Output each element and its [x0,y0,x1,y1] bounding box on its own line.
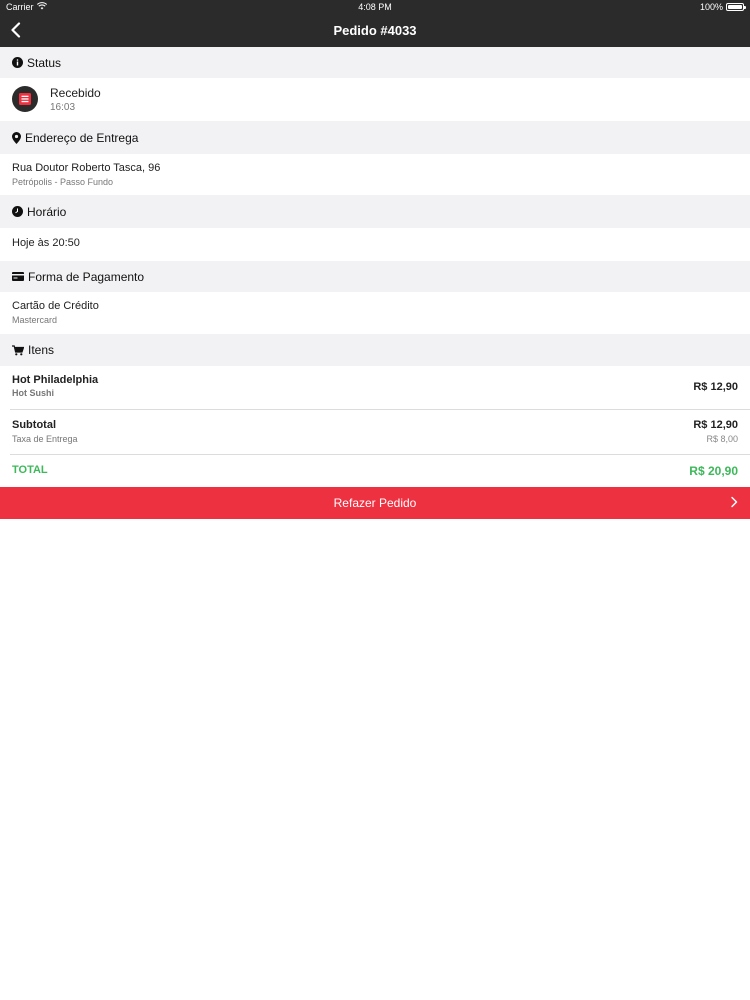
list-item[interactable]: Hot Philadelphia Hot Sushi R$ 12,90 [0,366,750,409]
clock-icon [12,206,23,217]
reorder-button[interactable]: Refazer Pedido [0,487,750,519]
status-bar: Carrier 4:08 PM 100% [0,0,750,14]
section-title: Forma de Pagamento [28,269,145,284]
delivery-fee-value: R$ 8,00 [706,434,738,444]
payment-row: Cartão de Crédito Mastercard [0,292,750,334]
payment-section-header: Forma de Pagamento [0,261,750,292]
schedule-row: Hoje às 20:50 [0,228,750,261]
info-icon [12,57,23,68]
status-row: Recebido 16:03 [0,78,750,121]
section-title: Horário [27,204,67,219]
address-street: Rua Doutor Roberto Tasca, 96 [12,162,161,174]
items-section-header: Itens [0,334,750,366]
address-section-header: Endereço de Entrega [0,121,750,154]
status-time: 16:03 [50,102,76,113]
item-price: R$ 12,90 [693,381,738,393]
battery-icon [726,3,746,11]
total-value: R$ 20,90 [689,464,738,478]
address-row: Rua Doutor Roberto Tasca, 96 Petrópolis … [0,154,750,195]
payment-brand: Mastercard [12,315,58,325]
section-title: Endereço de Entrega [25,130,139,145]
subtotal-label: Subtotal [12,419,56,431]
section-title: Status [27,55,62,70]
clock: 4:08 PM [358,2,392,12]
page-title: Pedido #4033 [333,23,417,38]
payment-method: Cartão de Crédito [12,300,99,312]
cart-icon [12,344,24,355]
section-title: Itens [28,343,55,357]
map-pin-icon [12,131,21,144]
delivery-fee-label: Taxa de Entrega [12,434,78,444]
total-label: TOTAL [12,464,48,476]
status-section-header: Status [0,47,750,78]
status-state: Recebido [50,86,101,100]
subtotal-value: R$ 12,90 [693,419,738,431]
battery-group: 100% [699,2,746,12]
subtotal-row: Subtotal Taxa de Entrega R$ 12,90 R$ 8,0… [0,410,750,454]
order-status-icon [12,86,38,112]
credit-card-icon [12,272,24,281]
total-row: TOTAL R$ 20,90 [0,455,750,487]
item-name: Hot Philadelphia [12,374,99,386]
schedule-section-header: Horário [0,195,750,228]
chevron-right-icon [730,496,738,511]
reorder-label: Refazer Pedido [333,496,417,510]
item-category: Hot Sushi [12,388,54,398]
schedule-value: Hoje às 20:50 [12,237,80,249]
address-neighborhood: Petrópolis - Passo Fundo [12,177,114,187]
battery-percent: 100% [699,2,723,12]
navigation-bar: Pedido #4033 [0,14,750,47]
